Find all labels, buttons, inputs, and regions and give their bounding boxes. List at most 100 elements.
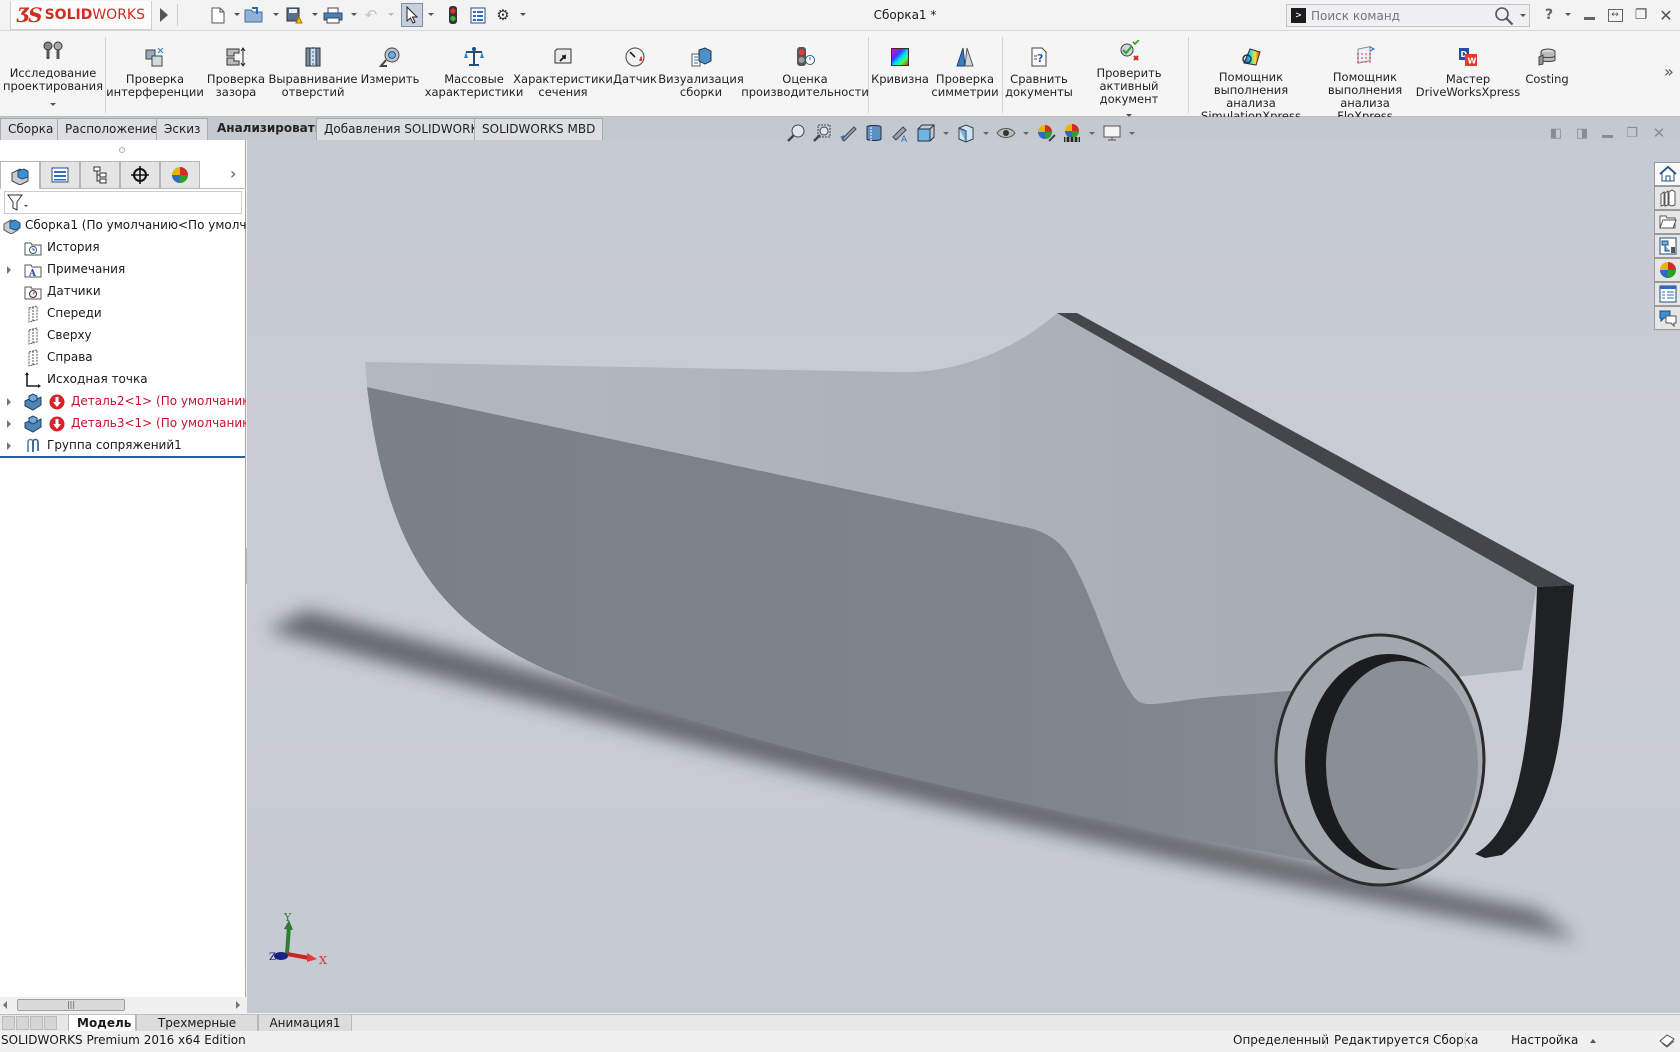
- tab-evaluate[interactable]: Анализировать: [210, 118, 330, 140]
- dimxpertmanager-tab[interactable]: [120, 161, 160, 189]
- tree-item-origin[interactable]: Исходная точка: [0, 369, 246, 391]
- open-folder-icon[interactable]: [244, 5, 264, 25]
- display-style-icon[interactable]: [953, 122, 979, 144]
- apply-scene-dropdown-icon[interactable]: [1089, 131, 1095, 135]
- expand-arrow-icon[interactable]: [7, 266, 11, 274]
- cmd-symmetry-check[interactable]: Проверка симметрии: [930, 31, 1000, 117]
- apply-scene-icon[interactable]: [1059, 122, 1085, 144]
- error-icon[interactable]: [48, 415, 66, 433]
- cmd-curvature[interactable]: Кривизна: [871, 31, 929, 117]
- viewport-restore-icon[interactable]: ❐: [1623, 125, 1641, 141]
- featuremanager-tab[interactable]: [0, 161, 40, 189]
- cmd-check-active-document[interactable]: Проверить активный документ: [1074, 31, 1184, 117]
- tree-item-mate-group[interactable]: Группа сопряжений1: [0, 435, 246, 457]
- scroll-left-icon[interactable]: [3, 1001, 7, 1009]
- tab-sketch[interactable]: Эскиз: [156, 118, 209, 140]
- more-commands-icon[interactable]: »: [1664, 62, 1674, 81]
- help-icon[interactable]: ?: [1538, 5, 1560, 25]
- command-search-box[interactable]: >: [1286, 4, 1530, 27]
- save-dropdown-icon[interactable]: [312, 13, 318, 16]
- search-input[interactable]: [1311, 6, 1479, 25]
- last-tab-icon[interactable]: [44, 1016, 57, 1030]
- tree-item-sensors[interactable]: Датчики: [0, 281, 246, 303]
- units-up-caret-icon[interactable]: [1590, 1039, 1596, 1043]
- expand-arrow-icon[interactable]: [7, 398, 11, 406]
- cmd-hole-alignment[interactable]: Выравнивание отверстий: [269, 31, 358, 117]
- search-dropdown-icon[interactable]: [1520, 14, 1526, 17]
- view-orientation-icon[interactable]: [913, 122, 939, 144]
- solidworks-logo[interactable]: ƷS SOLID WORKS: [10, 1, 152, 30]
- next-tab-icon[interactable]: [30, 1016, 43, 1030]
- viewport-next-icon[interactable]: ◨: [1573, 125, 1591, 141]
- zoom-to-fit-icon[interactable]: [783, 122, 809, 144]
- print-icon[interactable]: [323, 5, 343, 25]
- new-document-dropdown-icon[interactable]: [234, 13, 240, 16]
- cmd-assembly-visualization[interactable]: Визуализация сборки: [658, 31, 744, 117]
- print-dropdown-icon[interactable]: [351, 13, 357, 16]
- open-dropdown-icon[interactable]: [273, 13, 279, 16]
- tab-solidworks-mbd[interactable]: SOLIDWORKS MBD: [474, 118, 604, 140]
- previous-view-icon[interactable]: [835, 122, 861, 144]
- file-properties-icon[interactable]: [468, 5, 488, 25]
- tree-item-history[interactable]: История: [0, 237, 246, 259]
- dropdown-caret-icon[interactable]: [50, 103, 56, 106]
- tree-item-right-plane[interactable]: Справа: [0, 347, 246, 369]
- cmd-driveworksxpress[interactable]: DW Мастер DriveWorksXpress: [1416, 31, 1520, 117]
- file-explorer-icon[interactable]: [1654, 210, 1680, 234]
- dynamic-annotation-views-icon[interactable]: A: [887, 122, 913, 144]
- undo-dropdown-icon[interactable]: [388, 13, 394, 16]
- rebuild-traffic-light-icon[interactable]: [443, 5, 463, 25]
- view-orientation-dropdown-icon[interactable]: [943, 131, 949, 135]
- cmd-design-study[interactable]: Исследование проектирования: [3, 31, 103, 117]
- cmd-simulationxpress[interactable]: Помощник выполнения анализа SimulationXp…: [1190, 31, 1312, 123]
- design-library-icon[interactable]: [1654, 186, 1680, 210]
- zoom-to-area-icon[interactable]: [809, 122, 835, 144]
- tab-assembly[interactable]: Сборка: [0, 118, 62, 140]
- select-dropdown-icon[interactable]: [428, 13, 434, 16]
- displaymanager-tab[interactable]: [160, 161, 200, 189]
- save-icon[interactable]: [284, 5, 304, 25]
- tree-item-top-plane[interactable]: Сверху: [0, 325, 246, 347]
- hide-show-dropdown-icon[interactable]: [1023, 131, 1029, 135]
- first-tab-icon[interactable]: [2, 1016, 15, 1030]
- rebuild-status-icon[interactable]: [1658, 1032, 1676, 1052]
- tree-item-part3[interactable]: Деталь3<1> (По умолчанию<<: [0, 413, 246, 435]
- graphics-area[interactable]: Y X Z: [247, 140, 1680, 1013]
- cmd-section-properties[interactable]: Характеристики сечения: [513, 31, 613, 117]
- options-dropdown-icon[interactable]: [520, 13, 526, 16]
- new-document-icon[interactable]: [208, 5, 228, 25]
- restore-icon[interactable]: ❐: [1630, 5, 1652, 25]
- tree-item-part2[interactable]: Деталь2<1> (По умолчанию<<: [0, 391, 246, 413]
- appearances-scenes-icon[interactable]: [1654, 258, 1680, 282]
- close-icon[interactable]: ✕: [1655, 5, 1677, 25]
- error-icon[interactable]: [48, 393, 66, 411]
- tab-layout[interactable]: Расположение: [57, 118, 166, 140]
- tree-item-front-plane[interactable]: Спереди: [0, 303, 246, 325]
- menu-expand-arrow-icon[interactable]: [160, 8, 168, 22]
- configurationmanager-tab[interactable]: [80, 161, 120, 189]
- prev-tab-icon[interactable]: [16, 1016, 29, 1030]
- hide-show-items-icon[interactable]: [993, 122, 1019, 144]
- rollback-bar[interactable]: [0, 456, 245, 458]
- cmd-floxpress[interactable]: Помощник выполнения анализа FloXpress: [1312, 31, 1418, 123]
- tree-filter-field[interactable]: [4, 191, 242, 214]
- unit-system-selector[interactable]: Настройка: [1511, 1033, 1578, 1047]
- tree-item-assembly[interactable]: Сборка1 (По умолчанию<По умолчан: [0, 215, 246, 237]
- tree-item-annotations[interactable]: A Примечания: [0, 259, 246, 281]
- manager-tabs-expand-icon[interactable]: ›: [230, 164, 236, 183]
- undo-icon[interactable]: ↶: [361, 5, 381, 25]
- section-view-icon[interactable]: [861, 122, 887, 144]
- edit-appearance-icon[interactable]: [1033, 122, 1059, 144]
- search-icon[interactable]: [1494, 6, 1516, 26]
- view-palette-icon[interactable]: [1654, 234, 1680, 258]
- select-tool-button[interactable]: [401, 3, 423, 27]
- propertymanager-tab[interactable]: [40, 161, 80, 189]
- view-settings-icon[interactable]: [1099, 122, 1125, 144]
- cmd-mass-properties[interactable]: Массовые характеристики: [425, 31, 523, 117]
- cmd-compare-documents[interactable]: ? Сравнить документы: [1004, 31, 1074, 117]
- forum-chat-icon[interactable]: [1654, 306, 1680, 330]
- viewport-minimize-icon[interactable]: [1598, 125, 1616, 141]
- cmd-clearance-verification[interactable]: Проверка зазора: [204, 31, 268, 117]
- minimize-icon[interactable]: [1578, 5, 1600, 25]
- viewport-close-icon[interactable]: ✕: [1650, 124, 1668, 142]
